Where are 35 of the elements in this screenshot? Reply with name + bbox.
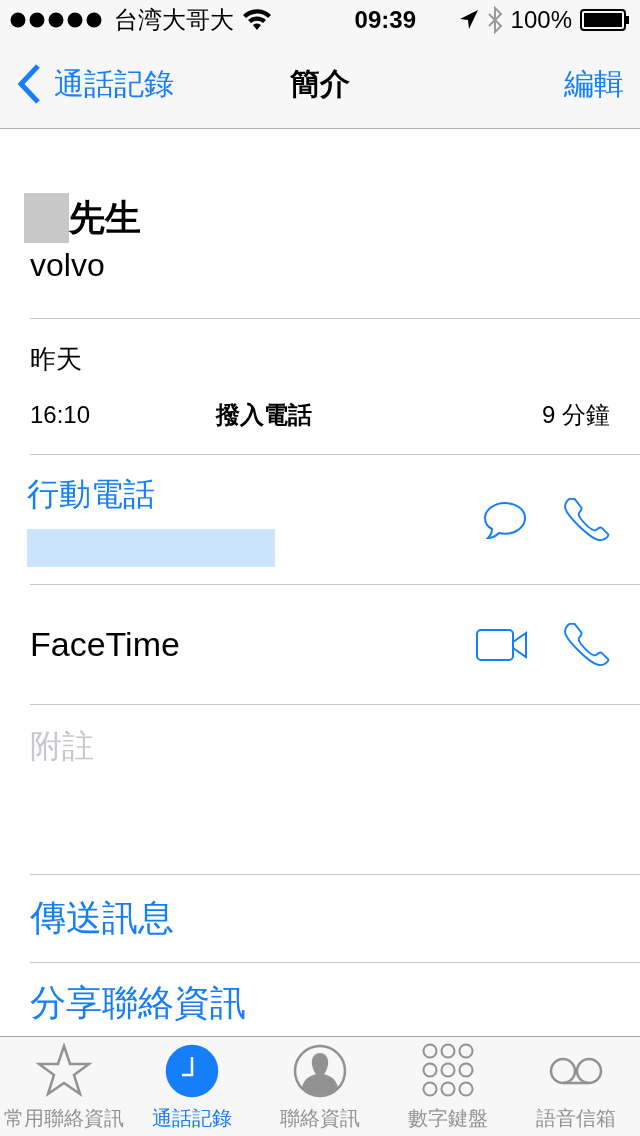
status-time: 09:39: [354, 6, 416, 34]
nav-title: 簡介: [290, 66, 350, 100]
phone-icon[interactable]: [564, 621, 610, 668]
tab-item[interactable]: 通話記錄: [128, 1037, 256, 1136]
person-icon: [292, 1043, 348, 1099]
tab-item[interactable]: 常用聯絡資訊: [0, 1037, 128, 1136]
contact-name: 先生: [69, 195, 141, 240]
tab-item[interactable]: 聯絡資訊: [256, 1037, 384, 1136]
tab-item[interactable]: 語音信箱: [512, 1037, 640, 1136]
clock-icon: [164, 1043, 220, 1099]
carrier-name: 台湾大哥大: [114, 5, 234, 35]
location-arrow-icon: [458, 9, 479, 31]
call-duration: 9 分鐘: [542, 400, 610, 431]
wifi-icon: [242, 9, 272, 31]
action-link[interactable]: 傳送訊息: [30, 894, 610, 943]
keypad-icon: [420, 1043, 476, 1099]
facetime-label: FaceTime: [30, 625, 180, 664]
back-link[interactable]: 通話記錄: [54, 63, 174, 105]
battery-percentage: 100%: [510, 6, 572, 34]
video-camera-icon[interactable]: [476, 628, 528, 661]
star-icon: [36, 1043, 92, 1099]
tab-item[interactable]: 數字鍵盤: [384, 1037, 512, 1136]
edit-link[interactable]: 編輯: [564, 63, 624, 105]
bluetooth-icon: [486, 6, 503, 34]
redacted-name: [24, 193, 69, 243]
call-day: 昨天: [30, 341, 610, 377]
back-chevron-icon[interactable]: [16, 63, 42, 105]
phone-icon[interactable]: [564, 496, 610, 543]
phone-label: 行動電話: [27, 474, 156, 514]
battery-icon: [580, 9, 630, 31]
company-name: volvo: [30, 247, 106, 284]
message-icon[interactable]: [482, 499, 528, 540]
call-type: 撥入電話: [216, 400, 313, 431]
call-time: 16:10: [30, 401, 92, 430]
action-link[interactable]: 分享聯絡資訊: [30, 979, 610, 1028]
